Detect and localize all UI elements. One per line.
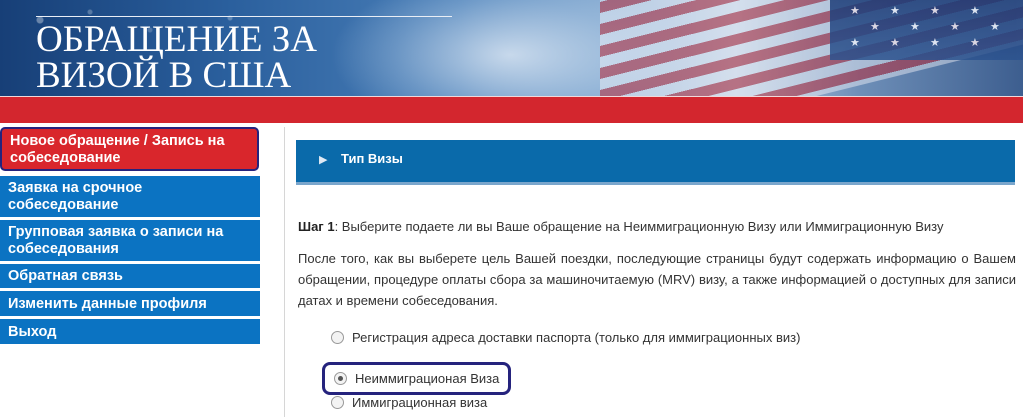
step-label: Шаг 1: [298, 219, 335, 234]
header-banner: ★ ★ ★ ★ ★ ★ ★ ★ ★ ★ ★ ★ ОБРАЩЕНИЕ ЗА ВИЗОЙ В С…: [0, 0, 1023, 97]
visa-type-section-header[interactable]: ▶ Тип Визы: [296, 140, 1015, 185]
section-title: Тип Визы: [341, 151, 403, 166]
option-label: Регистрация адреса доставки паспорта (то…: [352, 330, 801, 345]
sidebar-item-feedback[interactable]: Обратная связь: [0, 264, 260, 290]
site-title: ОБРАЩЕНИЕ ЗА ВИЗОЙ В США: [36, 19, 318, 96]
option-label: Иммиграционная виза: [352, 395, 488, 410]
option-passport-delivery[interactable]: Регистрация адреса доставки паспорта (то…: [331, 330, 800, 345]
option-label: Неиммиграционая Виза: [355, 371, 500, 386]
main-content: ▶ Тип Визы Шаг 1: Выберите подаете ли вы…: [284, 127, 1023, 417]
site-title-line2: ВИЗОЙ В США: [36, 55, 292, 96]
option-nonimmigrant-visa[interactable]: Неиммиграционая Виза: [322, 362, 512, 395]
site-title-line1: ОБРАЩЕНИЕ ЗА: [36, 19, 318, 60]
sidebar-item-new-appointment[interactable]: Новое обращение / Запись на собеседовани…: [0, 127, 259, 171]
sidebar-item-group-appointment[interactable]: Групповая заявка о записи на собеседован…: [0, 220, 260, 263]
radio-button-selected[interactable]: [334, 372, 347, 385]
radio-button[interactable]: [331, 331, 344, 344]
sidebar-item-edit-profile[interactable]: Изменить данные профиля: [0, 291, 260, 318]
title-divider: [36, 16, 452, 17]
radio-button[interactable]: [331, 396, 344, 409]
step-instruction: Шаг 1: Выберите подаете ли вы Ваше обращ…: [298, 219, 1008, 234]
option-immigrant-visa[interactable]: Иммиграционная виза: [331, 395, 487, 410]
sidebar-item-label: Изменить данные профиля: [8, 296, 207, 312]
sidebar-item-logout[interactable]: Выход: [0, 319, 260, 346]
flag-canton: ★ ★ ★ ★ ★ ★ ★ ★ ★ ★ ★ ★: [830, 0, 1023, 60]
step-text: : Выберите подаете ли вы Ваше обращение …: [334, 219, 944, 234]
step-description: После того, как вы выберете цель Вашей п…: [298, 251, 1016, 308]
sidebar-item-label: Выход: [8, 324, 57, 340]
sidebar-nav: Новое обращение / Запись на собеседовани…: [0, 127, 262, 417]
sidebar-item-label: Обратная связь: [8, 268, 123, 284]
red-stripe-bar: [0, 97, 1023, 123]
caret-right-icon: ▶: [319, 154, 328, 166]
sidebar-item-label: Заявка на срочное собеседование: [8, 180, 143, 213]
sidebar-item-expedited-appointment[interactable]: Заявка на срочное собеседование: [0, 176, 260, 219]
sidebar-item-label: Новое обращение / Запись на собеседовани…: [10, 133, 225, 166]
sidebar-item-label: Групповая заявка о записи на собеседован…: [8, 224, 224, 257]
us-flag-image: ★ ★ ★ ★ ★ ★ ★ ★ ★ ★ ★ ★: [600, 0, 1023, 97]
